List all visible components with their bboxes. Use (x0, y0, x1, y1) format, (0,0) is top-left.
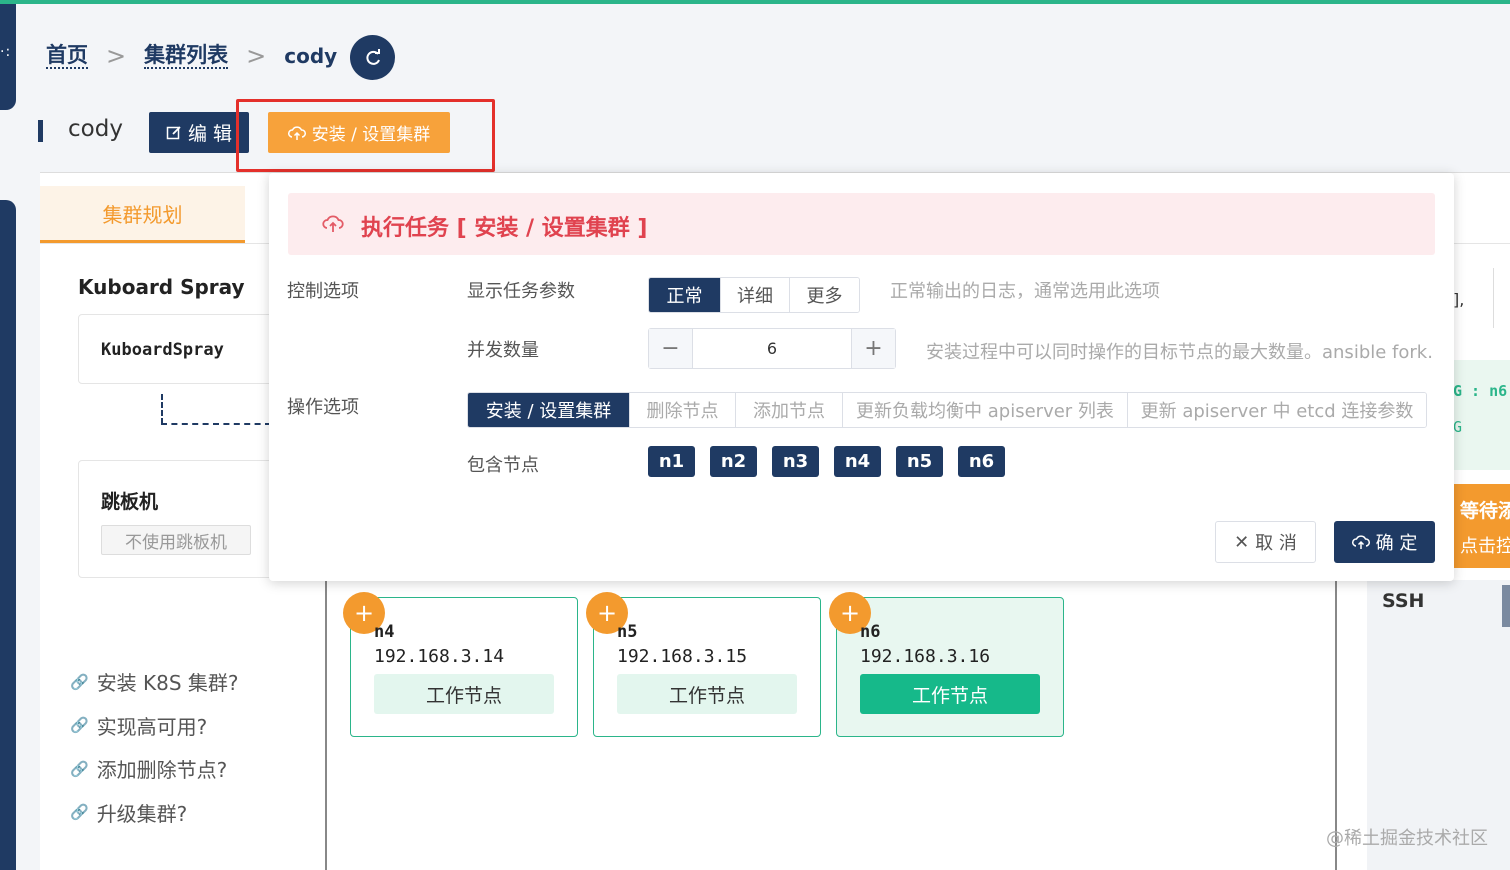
task-alert-title: 执行任务 [ 安装 / 设置集群 ] (361, 216, 648, 241)
node-ip: 192.168.3.16 (860, 646, 991, 667)
confirm-button[interactable]: 确 定 (1334, 521, 1435, 563)
forks-hint: 安装过程中可以同时操作的目标节点的最大数量。ansible fork. (926, 342, 1433, 363)
node-tag-n5[interactable]: n5 (896, 446, 943, 477)
link-icon: 🔗 (70, 803, 89, 822)
link-icon: 🔗 (70, 672, 89, 691)
node-tag-n2[interactable]: n2 (710, 446, 757, 477)
include-nodes-list: n1 n2 n3 n4 n5 n6 (648, 446, 1005, 477)
ssh-label: SSH (1382, 590, 1425, 612)
cancel-button[interactable]: ✕ 取 消 (1215, 521, 1316, 563)
sidebar-more-icon[interactable]: ·: (0, 44, 11, 60)
node-ip: 192.168.3.14 (374, 646, 505, 667)
include-nodes-label: 包含节点 (467, 455, 539, 476)
control-options-label: 控制选项 (287, 281, 359, 302)
verbosity-detailed[interactable]: 详细 (721, 278, 790, 312)
refresh-icon (365, 48, 380, 65)
node-card-n4[interactable]: + n4 192.168.3.14 工作节点 (343, 592, 578, 737)
right-code-line: G : n6 (1453, 382, 1508, 400)
edit-icon (166, 125, 181, 139)
pending-notice-text: 点击控 (1460, 536, 1510, 557)
help-link-ha[interactable]: 🔗 实现高可用? (70, 704, 239, 748)
edit-button[interactable]: 编 辑 (149, 112, 249, 153)
top-accent-bar (0, 0, 1510, 4)
title-marker (38, 120, 43, 142)
cloud-upload-icon (322, 213, 344, 239)
close-icon: ✕ (1234, 531, 1250, 553)
chevron-right-icon: > (106, 42, 127, 70)
bastion-card[interactable]: 跳板机 不使用跳板机 (78, 460, 278, 578)
kuboard-spray-card[interactable]: KuboardSpray (78, 314, 278, 384)
cloud-upload-icon (1351, 535, 1370, 549)
pending-notice[interactable]: 等待添 点击控 (1453, 484, 1510, 568)
verbosity-hint: 正常输出的日志，通常选用此选项 (890, 281, 1160, 302)
task-alert: 执行任务 [ 安装 / 设置集群 ] (288, 193, 1435, 255)
verbosity-selector: 正常 详细 更多 (648, 277, 860, 313)
node-tag-n1[interactable]: n1 (648, 446, 695, 477)
page-title: cody (68, 116, 123, 142)
node-tag-n6[interactable]: n6 (958, 446, 1005, 477)
right-code-panel (1453, 360, 1510, 470)
help-link-upgrade[interactable]: 🔗 升级集群? (70, 791, 239, 835)
op-update-apiserver-etcd[interactable]: 更新 apiserver 中 etcd 连接参数 (1128, 393, 1426, 427)
execute-task-popover: 执行任务 [ 安装 / 设置集群 ] 控制选项 显示任务参数 正常 详细 更多 … (269, 173, 1454, 581)
help-links: 🔗 安装 K8S 集群? 🔗 实现高可用? 🔗 添加删除节点? 🔗 升级集群? (70, 660, 239, 834)
kuboard-spray-title: Kuboard Spray (78, 275, 245, 299)
verbosity-more[interactable]: 更多 (790, 278, 859, 312)
node-card-n5[interactable]: + n5 192.168.3.15 工作节点 (586, 592, 821, 737)
op-update-lb-apiserver[interactable]: 更新负载均衡中 apiserver 列表 (843, 393, 1128, 427)
ssh-scroll-handle[interactable] (1502, 585, 1510, 627)
pending-notice-title: 等待添 (1460, 500, 1510, 522)
watermark: @稀土掘金技术社区 (1326, 828, 1488, 849)
chevron-right-icon: > (246, 42, 267, 70)
node-name: n4 (374, 622, 395, 642)
breadcrumb-cluster-list[interactable]: 集群列表 (144, 43, 229, 69)
forks-stepper: − 6 + (648, 328, 896, 369)
breadcrumb-home[interactable]: 首页 (46, 43, 88, 69)
decrement-button[interactable]: − (649, 329, 693, 368)
breadcrumb-current: cody (284, 44, 338, 68)
connector-line (161, 394, 163, 424)
forks-input[interactable]: 6 (693, 329, 851, 368)
help-link-label: 实现高可用? (96, 714, 208, 739)
sidebar-rail[interactable] (0, 200, 16, 870)
node-tag-n4[interactable]: n4 (834, 446, 881, 477)
help-link-install[interactable]: 🔗 安装 K8S 集群? (70, 660, 239, 704)
operation-selector: 安装 / 设置集群 删除节点 添加节点 更新负载均衡中 apiserver 列表… (467, 392, 1427, 428)
node-ip: 192.168.3.15 (617, 646, 748, 667)
operation-options-label: 操作选项 (287, 397, 359, 418)
bastion-status-tag: 不使用跳板机 (101, 525, 251, 555)
bastion-title: 跳板机 (101, 491, 159, 513)
verbosity-normal[interactable]: 正常 (649, 278, 721, 312)
node-name: n6 (860, 622, 881, 642)
node-card-n6[interactable]: + n6 192.168.3.16 工作节点 (829, 592, 1064, 737)
show-params-label: 显示任务参数 (467, 281, 575, 302)
highlight-annotation-box (236, 99, 495, 172)
node-tag-n3[interactable]: n3 (772, 446, 819, 477)
right-partial-bracket: ], (1453, 290, 1465, 309)
edit-button-label: 编 辑 (187, 123, 233, 145)
op-install[interactable]: 安装 / 设置集群 (468, 393, 630, 427)
breadcrumb: 首页 > 集群列表 > cody (46, 36, 337, 76)
increment-button[interactable]: + (851, 329, 895, 368)
connector-line (161, 423, 271, 425)
help-link-nodes[interactable]: 🔗 添加删除节点? (70, 747, 239, 791)
node-role-badge: 工作节点 (860, 674, 1040, 714)
divider (1493, 268, 1494, 328)
node-role-badge: 工作节点 (617, 674, 797, 714)
link-icon: 🔗 (70, 716, 89, 735)
help-link-label: 安装 K8S 集群? (96, 671, 239, 696)
help-link-label: 添加删除节点? (96, 758, 228, 783)
confirm-button-label: 确 定 (1375, 533, 1418, 554)
help-link-label: 升级集群? (96, 801, 188, 826)
forks-label: 并发数量 (467, 340, 539, 361)
refresh-button[interactable] (350, 35, 395, 80)
op-add-node[interactable]: 添加节点 (736, 393, 843, 427)
cancel-button-label: 取 消 (1255, 533, 1297, 554)
node-role-badge: 工作节点 (374, 674, 554, 714)
node-name: n5 (617, 622, 638, 642)
right-code-line: G (1453, 418, 1463, 436)
link-icon: 🔗 (70, 759, 89, 778)
tab-cluster-plan[interactable]: 集群规划 (40, 186, 245, 244)
op-remove-node[interactable]: 删除节点 (630, 393, 736, 427)
